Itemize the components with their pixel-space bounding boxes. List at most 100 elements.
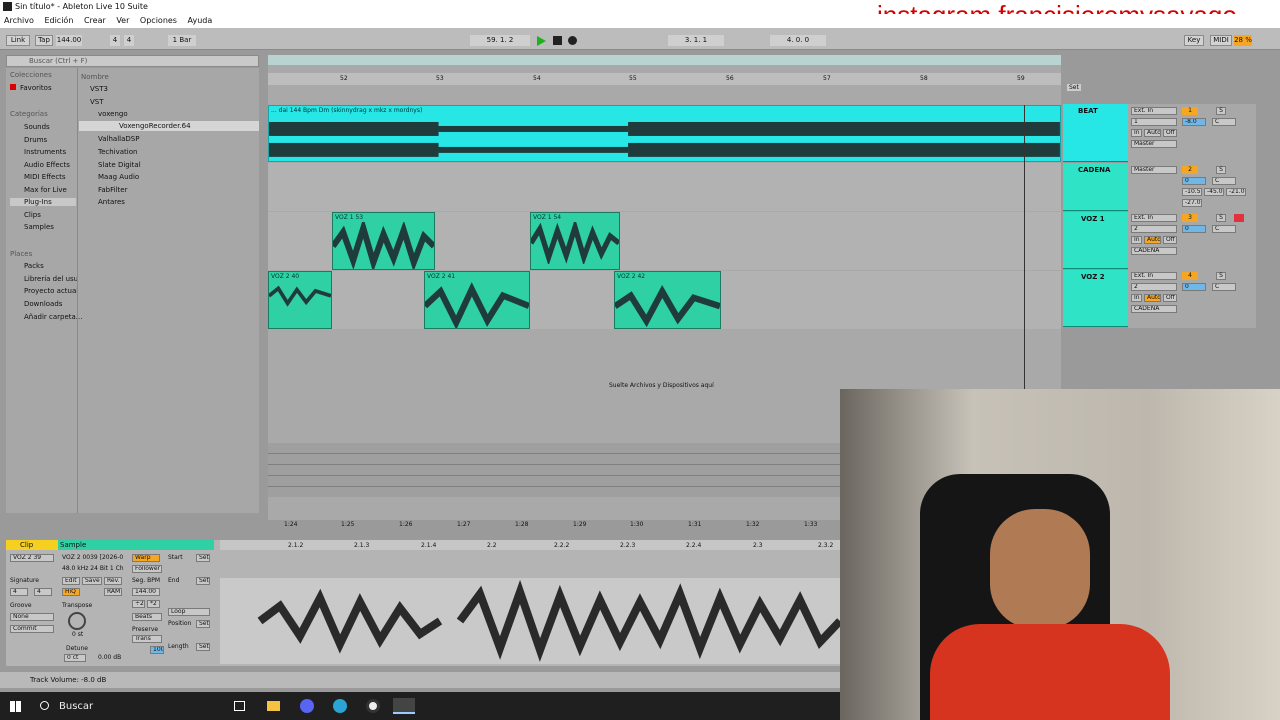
tree-slate[interactable]: Slate Digital (98, 161, 141, 169)
track-header-voz2[interactable]: VOZ 2 (1063, 270, 1128, 327)
voz2-volume[interactable]: 0 (1182, 283, 1206, 291)
voz1-pan[interactable]: C (1212, 225, 1236, 233)
ram-button[interactable]: RAM (104, 588, 122, 596)
stop-icon[interactable] (553, 36, 562, 45)
sample-tab[interactable]: Sample (58, 540, 214, 550)
beat-solo-button[interactable]: S (1216, 107, 1226, 115)
category-clips[interactable]: Clips (24, 211, 41, 219)
grain-field[interactable]: 100 (150, 646, 164, 654)
trans-select[interactable]: Trans (132, 635, 162, 643)
category-midi-effects[interactable]: MIDI Effects (24, 173, 66, 181)
link-button[interactable]: Link (6, 35, 30, 46)
end-set-button[interactable]: Set (196, 577, 210, 585)
beat-pan[interactable]: C (1212, 118, 1236, 126)
ableton-live-icon[interactable] (393, 698, 415, 714)
clip-name-field[interactable]: VOZ 2 39 (10, 554, 54, 562)
browser-divider[interactable] (77, 68, 78, 513)
menu-archivo[interactable]: Archivo (0, 14, 38, 27)
place-add-folder[interactable]: Añadir carpeta... (24, 313, 82, 321)
voz2-off-button[interactable]: Off (1163, 294, 1177, 302)
favoritos-item[interactable]: Favoritos (10, 84, 52, 92)
key-button[interactable]: Key (1184, 35, 1204, 46)
warp-button[interactable]: Warp (132, 554, 160, 562)
voz2-pan[interactable]: C (1212, 283, 1236, 291)
voz2-solo-button[interactable]: S (1216, 272, 1226, 280)
taskbar-search-icon[interactable] (40, 701, 49, 710)
voz1-auto-button[interactable]: Auto (1144, 236, 1161, 244)
tree-valhalla[interactable]: ValhallaDSP (98, 135, 139, 143)
set-button[interactable]: Set (1067, 84, 1081, 91)
tree-voxengo-recorder[interactable]: VoxengoRecorder.64 (79, 121, 259, 131)
transpose-knob-icon[interactable] (68, 612, 86, 630)
voz1-clip-53[interactable]: VOZ 1 53 (332, 212, 435, 270)
position-set-button[interactable]: Set (196, 620, 210, 628)
track-header-beat[interactable]: BEAT (1063, 104, 1128, 162)
beat-channel-select[interactable]: 1 (1131, 118, 1177, 126)
position-field[interactable]: 59. 1. 2 (470, 35, 530, 46)
voz2-output-select[interactable]: CADENA (1131, 305, 1177, 313)
nombre-header[interactable]: Nombre (81, 73, 109, 81)
tree-vst[interactable]: VST (90, 98, 104, 106)
place-downloads[interactable]: Downloads (24, 300, 62, 308)
beat-auto-button[interactable]: Auto (1144, 129, 1161, 137)
cadena-input-select[interactable]: Master (1131, 166, 1177, 174)
beat-in-button[interactable]: In (1131, 129, 1142, 137)
start-set-button[interactable]: Set (196, 554, 210, 562)
discord-icon[interactable] (300, 699, 314, 713)
category-samples[interactable]: Samples (24, 223, 54, 231)
browser-search-input[interactable]: Buscar (Ctrl + F) (6, 55, 259, 67)
voz2-track-number[interactable]: 4 (1182, 272, 1198, 280)
taskbar-search-input[interactable]: Buscar (59, 701, 93, 712)
voz2-clip-40[interactable]: VOZ 2 40 (268, 271, 332, 329)
cadena-lane[interactable] (268, 163, 1061, 211)
sig-num-field[interactable]: 4 (110, 35, 120, 46)
sample-waveform[interactable] (220, 578, 840, 664)
sig-a-field[interactable]: 4 (10, 588, 28, 596)
category-drums[interactable]: Drums (24, 136, 47, 144)
category-instruments[interactable]: Instruments (24, 148, 66, 156)
cadena-pan[interactable]: C (1212, 177, 1236, 185)
obs-icon[interactable] (366, 699, 380, 713)
voz1-volume[interactable]: 0 (1182, 225, 1206, 233)
loop-length-field[interactable]: 4. 0. 0 (770, 35, 826, 46)
rev-button[interactable]: Rev. (104, 577, 122, 585)
seg-bpm-field[interactable]: 144.00 (132, 588, 160, 596)
sig-b-field[interactable]: 4 (34, 588, 52, 596)
tree-vst3[interactable]: VST3 (90, 85, 108, 93)
tree-voxengo[interactable]: voxengo (98, 110, 128, 118)
record-icon[interactable] (568, 36, 577, 45)
voz2-clip-42[interactable]: VOZ 2 42 (614, 271, 721, 329)
beat-input-select[interactable]: Ext. In (1131, 107, 1177, 115)
menu-opciones[interactable]: Opciones (136, 14, 181, 27)
beat-clip[interactable]: ... dai 144 Bpm Dm (skinnydrag x mkz x m… (268, 105, 1061, 162)
midi-button[interactable]: MIDI (1210, 35, 1232, 46)
beat-off-button[interactable]: Off (1163, 129, 1177, 137)
half-tempo-button[interactable]: ÷2 (132, 600, 145, 608)
detune-field[interactable]: 0 ct (64, 654, 86, 662)
groove-select[interactable]: None (10, 613, 54, 621)
place-packs[interactable]: Packs (24, 262, 44, 270)
beat-output-select[interactable]: Master (1131, 140, 1177, 148)
category-max-for-live[interactable]: Max for Live (24, 186, 67, 194)
category-plug-ins[interactable]: Plug-Ins (10, 198, 76, 206)
voz2-channel-select[interactable]: 2 (1131, 283, 1177, 291)
windows-start-icon[interactable] (10, 701, 21, 712)
beat-track-number[interactable]: 1 (1182, 107, 1198, 115)
menu-edicion[interactable]: Edición (40, 14, 77, 27)
track-header-voz1[interactable]: VOZ 1 (1063, 212, 1128, 269)
voz1-channel-select[interactable]: 2 (1131, 225, 1177, 233)
tempo-field[interactable]: 144.00 (56, 35, 82, 46)
play-icon[interactable] (537, 36, 546, 46)
beat-volume[interactable]: -8.0 (1182, 118, 1206, 126)
follower-select[interactable]: Follower (132, 565, 162, 573)
warp-mode-select[interactable]: Beats (132, 613, 162, 621)
cadena-volume[interactable]: 0 (1182, 177, 1206, 185)
voz1-in-button[interactable]: In (1131, 236, 1142, 244)
tree-maag[interactable]: Maag Audio (98, 173, 139, 181)
voz1-off-button[interactable]: Off (1163, 236, 1177, 244)
loop-button[interactable]: Loop (168, 608, 210, 616)
category-sounds[interactable]: Sounds (24, 123, 50, 131)
tree-antares[interactable]: Antares (98, 198, 125, 206)
hiq-button[interactable]: HiQ (62, 588, 80, 596)
voz2-auto-button[interactable]: Auto (1144, 294, 1161, 302)
